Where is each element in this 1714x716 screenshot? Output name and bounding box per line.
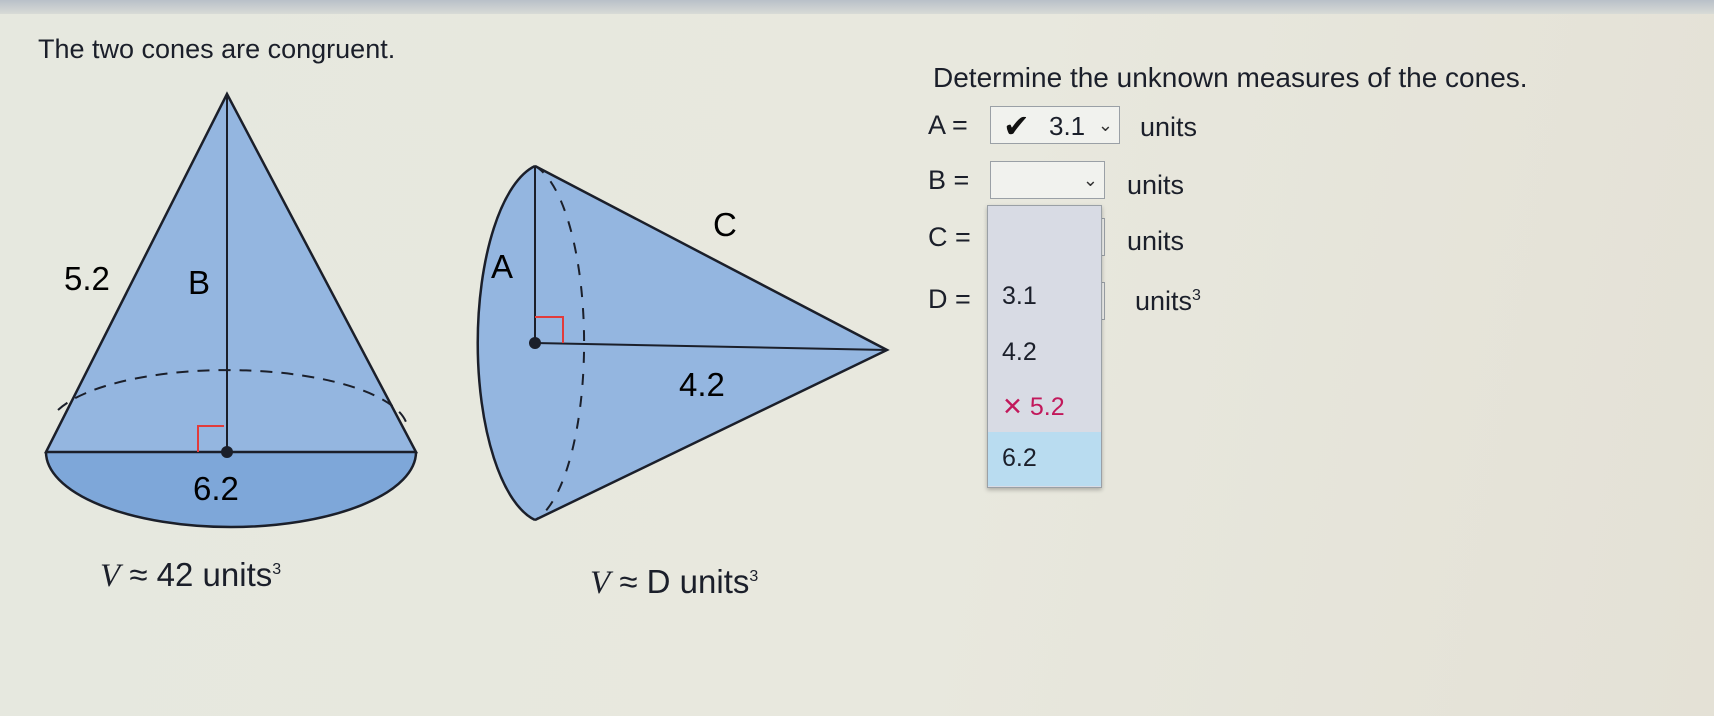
cone2-slant-label: C (713, 206, 737, 243)
option-label: 4.2 (1002, 338, 1037, 366)
cone2-center-point (529, 337, 541, 349)
cone1-height-label: B (188, 264, 210, 301)
correct-check-icon: ✔ (1003, 108, 1030, 144)
instructions: Determine the unknown measures of the co… (933, 62, 1528, 93)
cone2-height-label: A (491, 248, 513, 285)
cone1-center-point (221, 446, 233, 458)
answer-d-units: units3 (1135, 286, 1201, 317)
incorrect-x-icon: ✕ (1002, 393, 1023, 421)
problem-statement: The two cones are congruent. (38, 34, 396, 64)
cone2-volume-formula: V ≈ D units3 (590, 563, 758, 602)
volume-value: 42 (156, 556, 194, 593)
dropdown-option-highlighted[interactable]: 6.2 (988, 432, 1101, 486)
answer-b-label: B = (928, 165, 970, 195)
cone2-radius-label: 4.2 (679, 366, 725, 403)
approx-symbol: ≈ (129, 556, 148, 593)
cone1-slant-label: 5.2 (64, 260, 110, 297)
option-label: 3.1 (1002, 282, 1037, 310)
chevron-down-icon: ⌄ (1097, 115, 1113, 135)
volume-variable: V (100, 558, 121, 594)
volume-units: units (202, 556, 273, 593)
answer-c-units: units (1127, 226, 1185, 256)
answer-d-label: D = (928, 284, 971, 314)
answer-b-units: units (1127, 170, 1185, 200)
dropdown-option[interactable]: 3.1 (988, 270, 1101, 324)
option-label: 6.2 (1002, 444, 1037, 472)
cone1-figure: 5.2 B 6.2 (43, 91, 419, 529)
volume-value: D (646, 563, 671, 600)
cone1-volume-formula: V ≈ 42 units3 (100, 556, 281, 595)
answer-d-units-exponent: 3 (1192, 287, 1201, 304)
answer-a-value: 3.1 (1049, 111, 1086, 141)
volume-variable: V (590, 565, 611, 601)
browser-top-edge (0, 0, 1714, 14)
volume-units: units (679, 563, 750, 600)
answer-b-select[interactable]: ⌄ (990, 161, 1105, 199)
answer-d-units-text: units (1135, 286, 1193, 316)
cone1-diameter-label: 6.2 (193, 470, 239, 507)
answer-c-dropdown-list[interactable]: 3.1 4.2 ✕ 5.2 6.2 (987, 205, 1102, 488)
answer-a-label: A = (928, 110, 968, 140)
volume-exponent: 3 (272, 561, 282, 578)
answer-a-units: units (1140, 112, 1198, 142)
dropdown-option[interactable]: 4.2 (988, 326, 1101, 380)
volume-exponent: 3 (749, 568, 759, 585)
chevron-down-icon: ⌄ (1082, 170, 1098, 190)
dropdown-option-incorrect[interactable]: ✕ 5.2 (988, 380, 1101, 434)
cone2-figure: A C 4.2 (476, 164, 890, 522)
answer-c-label: C = (928, 222, 971, 252)
approx-symbol: ≈ (619, 563, 638, 600)
answer-a-select[interactable]: ✔ 3.1 ⌄ (990, 106, 1120, 144)
option-label: 5.2 (1029, 393, 1065, 421)
